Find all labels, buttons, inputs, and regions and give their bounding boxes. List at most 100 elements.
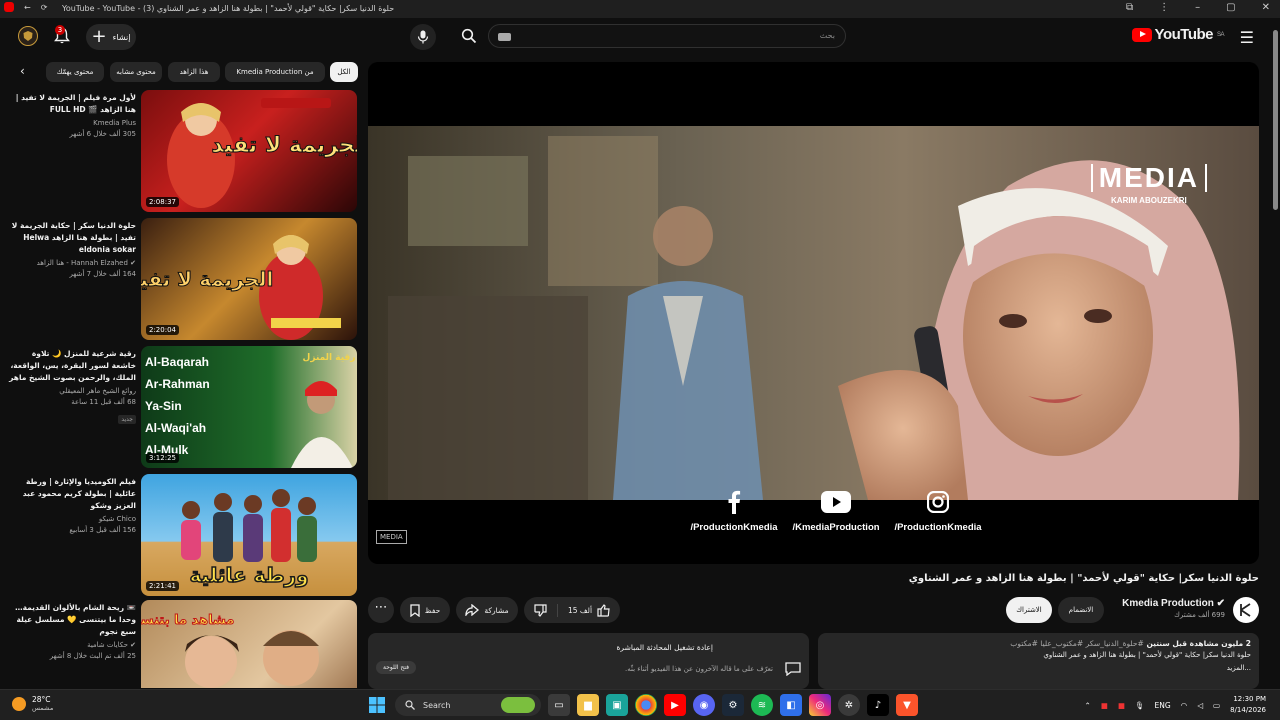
channel-avatar[interactable] [1233,597,1259,623]
wifi-icon[interactable]: ◠ [1181,701,1188,710]
store-app-icon[interactable]: ▣ [606,694,628,716]
app-blue-icon[interactable]: ◧ [780,694,802,716]
discord-icon[interactable]: ◉ [693,694,715,716]
related-video-channel[interactable]: ✔ حكايات شامية [6,641,136,649]
steam-icon[interactable]: ⚙ [722,694,744,716]
video-thumbnail[interactable]: مشاهد ما بتنسى [141,600,357,688]
related-video-stats: 25 ألف تم البث خلال 8 أشهر [49,652,136,660]
description-panel[interactable]: 2 مليون مشاهدة قبل سنتين #حلوة_الدنيا_سك… [818,633,1259,689]
create-button[interactable]: + إنشاء [86,24,136,50]
chrome-icon[interactable] [635,694,657,716]
minimize-icon[interactable]: – [1195,2,1200,13]
join-button[interactable]: الانضمام [1058,597,1104,623]
menu-dots-icon[interactable]: ⋮ [1159,2,1169,13]
channel-name: حكايات شامية [87,641,128,649]
hamburger-menu-icon[interactable]: ☰ [1240,28,1254,47]
taskbar-apps: Search ▭ ▆ ▣ ▶ ◉ ⚙ ≋ ◧ ◎ ✲ ♪ ▼ [366,694,918,716]
related-video-item[interactable]: ورطة عائلية 2:21:41 فيلم الكوميديا والإث… [0,474,360,596]
voice-search-button[interactable] [410,24,436,50]
notifications-button[interactable]: 3 [54,25,70,49]
thumbnail-art: الجريمة لا تفيد [167,98,357,208]
close-icon[interactable]: ✕ [1262,2,1270,13]
tray-app-icon[interactable]: ■ [1118,701,1125,710]
search-input[interactable]: بحث [488,24,846,48]
language-indicator[interactable]: ENG [1155,701,1171,710]
clock[interactable]: 12:30 PM 8/14/2026 [1230,694,1266,716]
scrollbar-thumb[interactable] [1273,30,1278,210]
instagram-app-icon[interactable]: ◎ [809,694,831,716]
brave-icon[interactable]: ▼ [896,694,918,716]
chevron-left-icon[interactable]: ‹ [20,64,25,78]
channel-name[interactable]: ✔ Kmedia Production [1122,598,1225,609]
spotify-icon[interactable]: ≋ [751,694,773,716]
tiktok-icon[interactable]: ♪ [867,694,889,716]
youtube-icon [786,490,886,514]
kmedia-mark: MEDIA [1090,164,1207,192]
save-button[interactable]: حفظ [400,597,450,623]
related-video-item[interactable]: Al-Baqarah Ar-Rahman Ya-Sin Al-Waqi'ah A… [0,346,360,468]
account-avatar[interactable] [18,26,38,46]
subscribe-button[interactable]: الاشتراك [1006,597,1052,623]
hashtags[interactable]: #حلوة_الدنيا_سكر #مكتوب_عليا #مكتوب [1010,639,1144,648]
share-button[interactable]: مشاركة [456,597,518,623]
video-player[interactable]: MEDIA KARIM ABOUZEKRI /ProductionKmedia … [368,62,1259,564]
related-video-channel[interactable]: Kmedia Plus [6,119,136,127]
thumb-text: الجريمة لا تفيد [141,267,273,291]
video-thumbnail[interactable]: الجريمة لا تفيد 2:20:04 [141,218,357,340]
search-button[interactable] [452,24,486,48]
back-icon[interactable]: ← [24,3,31,12]
tray-chevron-icon[interactable]: ⌃ [1084,701,1090,710]
subscriber-count: 699 ألف مشترك [1174,611,1225,619]
maximize-icon[interactable]: ▢ [1226,2,1235,13]
weather-widget[interactable]: 28°C مشمس [12,695,53,712]
chip-all[interactable]: الكل [330,62,358,82]
related-video-channel[interactable]: Chico شيكو [6,515,136,523]
taskbar-search[interactable]: Search [395,694,541,716]
video-thumbnail[interactable]: Al-Baqarah Ar-Rahman Ya-Sin Al-Waqi'ah A… [141,346,357,468]
related-video-item[interactable]: الجريمة لا تفيد 2:20:04 حلوة الدنيا سكر … [0,218,360,340]
related-video-title[interactable]: 📼 ريحة الشام بالألوان القديمة… وحدا ما ب… [6,602,136,638]
file-explorer-icon[interactable]: ▆ [577,694,599,716]
video-thumbnail[interactable]: ورطة عائلية 2:21:41 [141,474,357,596]
like-button[interactable]: 15 ألف [558,603,620,617]
keyboard-icon[interactable] [498,33,511,41]
chip-from-channel[interactable]: من Kmedia Production [225,62,325,82]
battery-icon[interactable]: ▭ [1213,701,1220,710]
open-chat-panel-button[interactable]: فتح اللوحة [376,661,416,674]
related-video-item[interactable]: الجريمة لا تفيد 2:08:37 لأول مرة فيلم | … [0,90,360,212]
dislike-button[interactable] [524,603,558,617]
chip-for-you[interactable]: محتوى يهمّك [46,62,104,82]
related-video-channel[interactable]: روائع الشيخ ماهر المعيقلي [6,387,136,395]
like-count: 15 ألف [567,605,593,615]
youtube-app-icon[interactable]: ▶ [664,694,686,716]
microphone-icon[interactable]: 🎙 [1135,701,1145,710]
youtube-logo[interactable]: YouTube SA [1131,26,1225,43]
video-thumbnail[interactable]: الجريمة لا تفيد 2:08:37 [141,90,357,212]
page-scrollbar[interactable] [1270,18,1280,689]
microphone-icon [417,30,429,44]
duration-badge: 2:20:04 [146,325,179,335]
related-video-title[interactable]: حلوة الدنيا سكر | حكاية الجريمة لا تفيد … [6,220,136,256]
related-video-channel[interactable]: ✔ Hannah Elzahed - هنا الزاهد [6,259,136,267]
thumb-text: مشاهد ما بتنسى [141,613,234,628]
more-actions-button[interactable]: ⋯ [368,597,394,623]
related-video-title[interactable]: لأول مرة فيلم | الجريمة لا تفيد | هنا ال… [6,92,136,116]
show-more-link[interactable]: ...المزيد [826,663,1251,674]
chip-hana-elzahed[interactable]: هذا الزاهد [168,62,220,82]
extensions-icon[interactable]: ⧉ [1126,2,1133,13]
settings-icon[interactable]: ✲ [838,694,860,716]
volume-icon[interactable]: ◁ [1197,701,1203,710]
refresh-icon[interactable]: ⟳ [41,3,48,12]
related-video-title[interactable]: رقية شرعية للمنزل 🌙 تلاوة خاشعة لسور الب… [6,348,136,384]
titlebar-left: ← ⟳ [4,2,47,12]
start-windows-icon[interactable] [366,694,388,716]
related-video-item[interactable]: مشاهد ما بتنسى 📼 ريحة الشام بالألوان الق… [0,600,360,688]
channel-name-text: Kmedia Production [1122,598,1214,609]
create-label: إنشاء [112,32,131,42]
task-view-icon[interactable]: ▭ [548,694,570,716]
social-facebook: /ProductionKmedia [684,490,784,533]
chip-similar[interactable]: محتوى مشابه [110,62,162,82]
tray-app-icon[interactable]: ■ [1101,701,1108,710]
svg-text:Ya-Sin: Ya-Sin [145,399,182,413]
related-video-title[interactable]: فيلم الكوميديا والإثارة | ورطة عائلية | … [6,476,136,512]
